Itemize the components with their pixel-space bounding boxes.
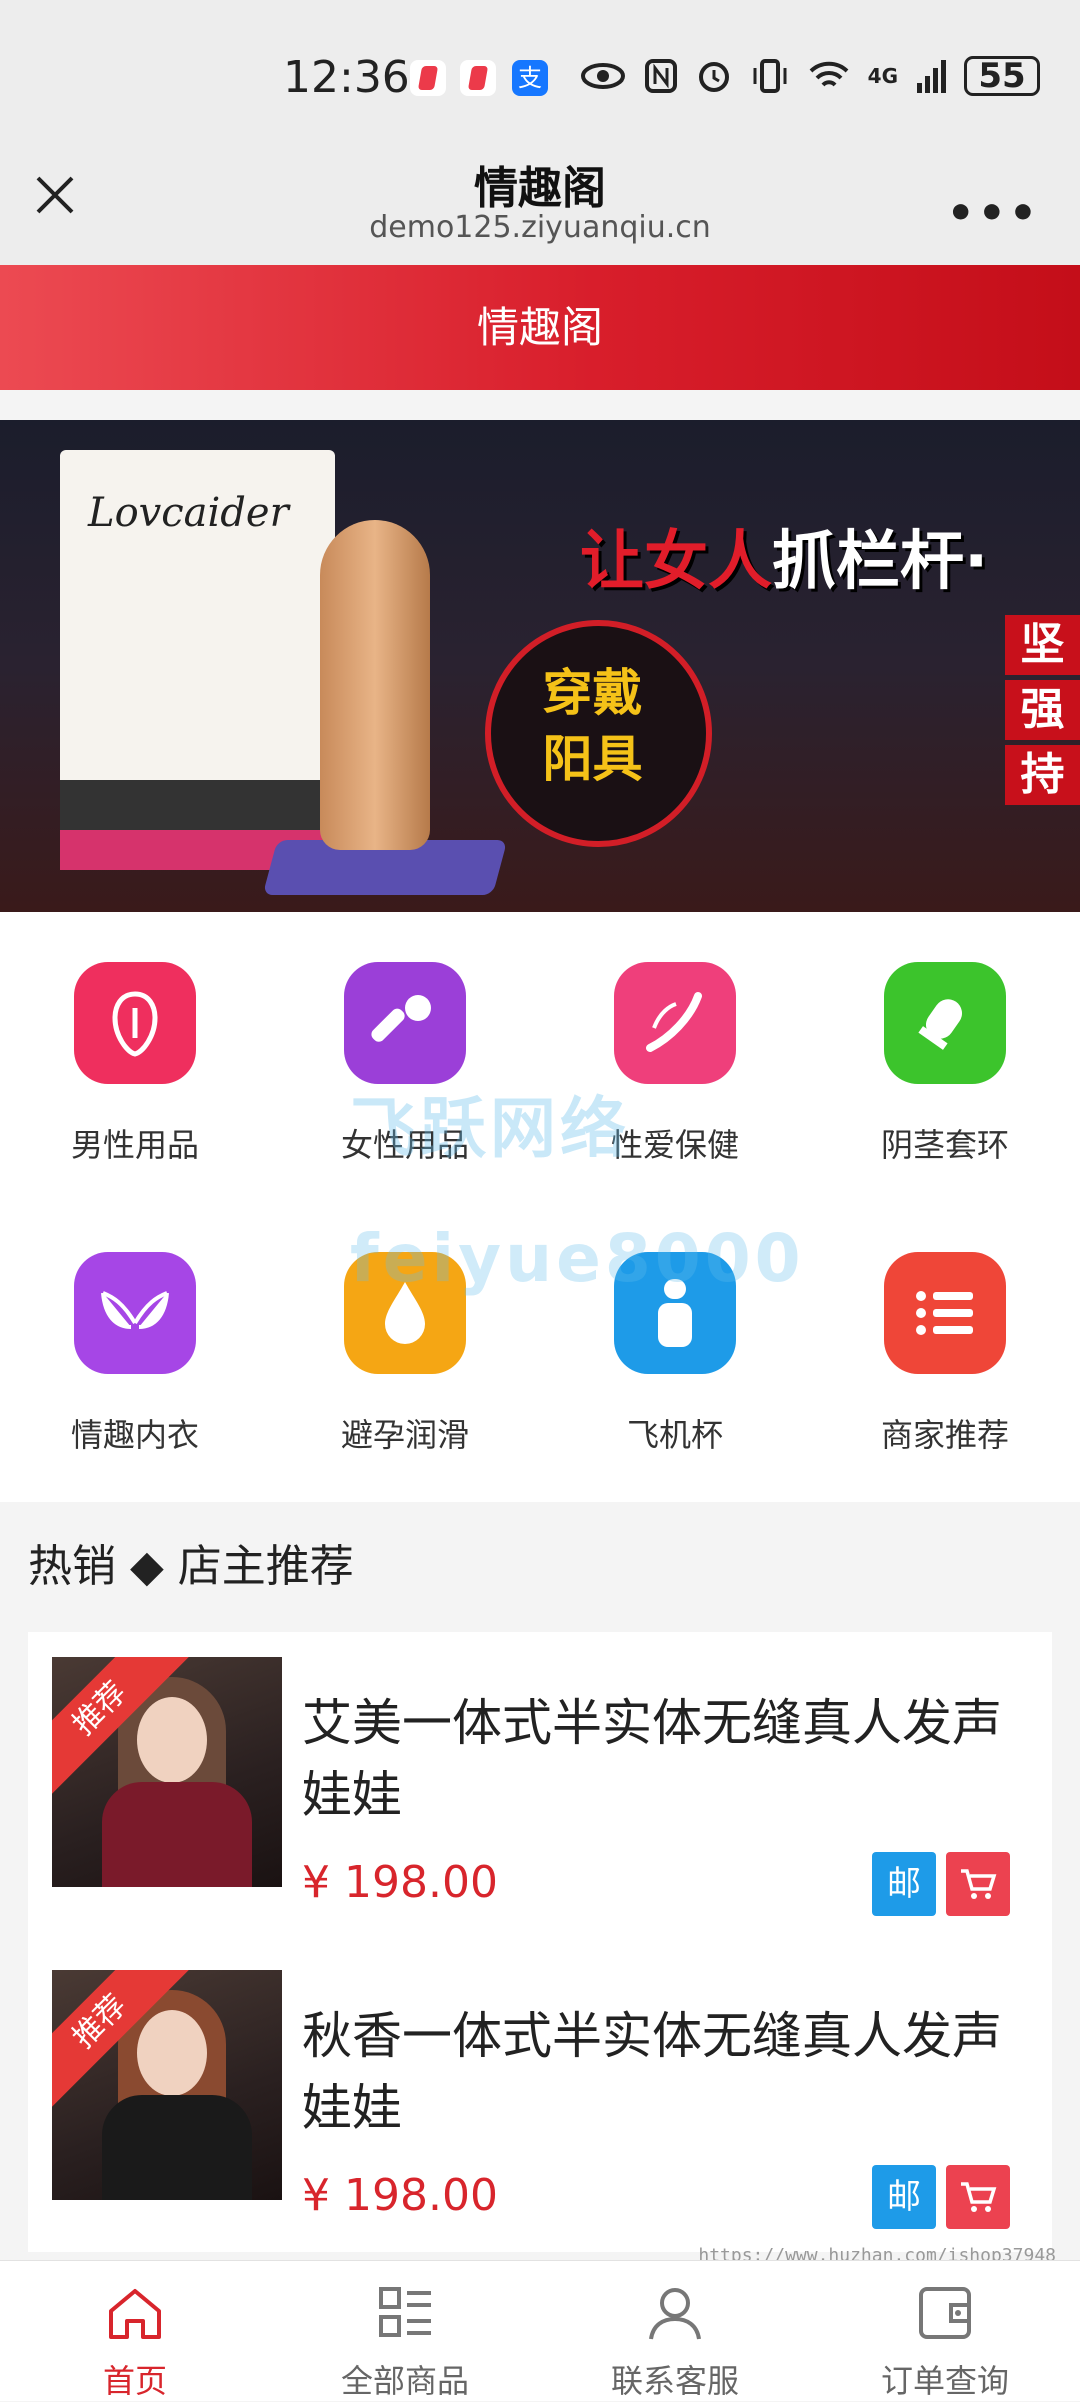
bottom-tabbar: 首页 全部商品 联系客服 订单查询 [0, 2260, 1080, 2401]
banner-side-tag: 持 [1005, 745, 1080, 805]
product-title[interactable]: 秋香一体式半实体无缝真人发声娃娃 [302, 2000, 1002, 2144]
more-menu-button[interactable]: ••• [947, 188, 1040, 239]
add-to-cart-button[interactable] [946, 1852, 1010, 1916]
product-item[interactable]: 推荐 艾美一体式半实体无缝真人发声娃娃 ¥ 198.00 邮 [52, 1657, 1052, 1916]
banner-bubble-text: 穿戴 阳具 [542, 664, 643, 788]
watermark-text: feiyue8000 [350, 1220, 805, 1297]
category-condom[interactable]: 阴茎套环 [810, 912, 1080, 1164]
massager-icon [344, 962, 466, 1084]
grid-icon [379, 2287, 431, 2337]
status-time: 12:36 [283, 52, 410, 103]
category-recommend[interactable]: 商家推荐 [810, 1202, 1080, 1454]
browser-url: demo125.ziyuanqiu.cn [369, 210, 711, 245]
condom-icon [884, 962, 1006, 1084]
banner-headline: 让女人抓栏杆· [580, 525, 989, 599]
browser-navbar: 情趣阁 demo125.ziyuanqiu.cn ••• [0, 140, 1080, 265]
network-label: 4G [867, 64, 898, 88]
wallet-icon [919, 2287, 971, 2339]
signal-icon [917, 60, 946, 93]
red-app-icon [460, 60, 496, 96]
tab-customer-service[interactable]: 联系客服 [540, 2261, 810, 2401]
category-grid: 男性用品 女性用品 性爱保健 阴茎套环 情趣内衣 避孕润滑 飞机杯 商家推荐 [0, 912, 1080, 1502]
category-lingerie[interactable]: 情趣内衣 [0, 1202, 270, 1454]
home-icon [109, 2289, 161, 2339]
watermark-text: 飞跃网络 [350, 1090, 630, 1167]
vibrate-icon [753, 59, 787, 93]
product-image [320, 520, 430, 850]
wifi-icon [809, 61, 849, 87]
tab-all-products[interactable]: 全部商品 [270, 2261, 540, 2401]
tab-order-lookup[interactable]: 订单查询 [810, 2261, 1080, 2401]
product-price: ¥ 198.00 [302, 2170, 498, 2221]
health-icon [614, 962, 736, 1084]
add-to-cart-button[interactable] [946, 2165, 1010, 2229]
user-icon [649, 2288, 701, 2340]
section-title: 热销 ◆ 店主推荐 [28, 1541, 354, 1592]
cart-icon [961, 1869, 997, 1899]
category-male[interactable]: 男性用品 [0, 912, 270, 1164]
promo-banner[interactable]: Lovcaider 穿戴 阳具 让女人抓栏杆· 坚 强 持 [0, 420, 1080, 912]
free-shipping-button[interactable]: 邮 [872, 1852, 936, 1916]
free-shipping-button[interactable]: 邮 [872, 2165, 936, 2229]
nfc-icon [644, 59, 677, 93]
banner-brand: Lovcaider [88, 490, 289, 536]
battery-indicator: 55 [964, 56, 1040, 96]
lingerie-icon [74, 1252, 196, 1374]
product-price: ¥ 198.00 [302, 1857, 498, 1908]
male-icon [74, 962, 196, 1084]
alarm-icon [698, 62, 729, 92]
list-icon [884, 1252, 1006, 1374]
product-title[interactable]: 艾美一体式半实体无缝真人发声娃娃 [302, 1687, 1002, 1831]
banner-side-tag: 坚 [1005, 615, 1080, 675]
eye-icon [580, 63, 625, 89]
status-bar: 12:36 支 4G 55 [0, 0, 1080, 140]
product-image[interactable]: 推荐 [52, 1657, 282, 1887]
alipay-icon: 支 [512, 60, 548, 96]
product-image[interactable]: 推荐 [52, 1970, 282, 2200]
banner-side-tag: 强 [1005, 680, 1080, 740]
red-app-icon [410, 60, 446, 96]
site-header: 情趣阁 [0, 265, 1080, 390]
browser-title: 情趣阁 [474, 163, 606, 214]
cart-icon [961, 2182, 997, 2212]
product-item[interactable]: 推荐 秋香一体式半实体无缝真人发声娃娃 ¥ 198.00 邮 [52, 1970, 1052, 2229]
status-indicators: 4G 55 [580, 56, 1040, 96]
tab-home[interactable]: 首页 [0, 2261, 270, 2401]
